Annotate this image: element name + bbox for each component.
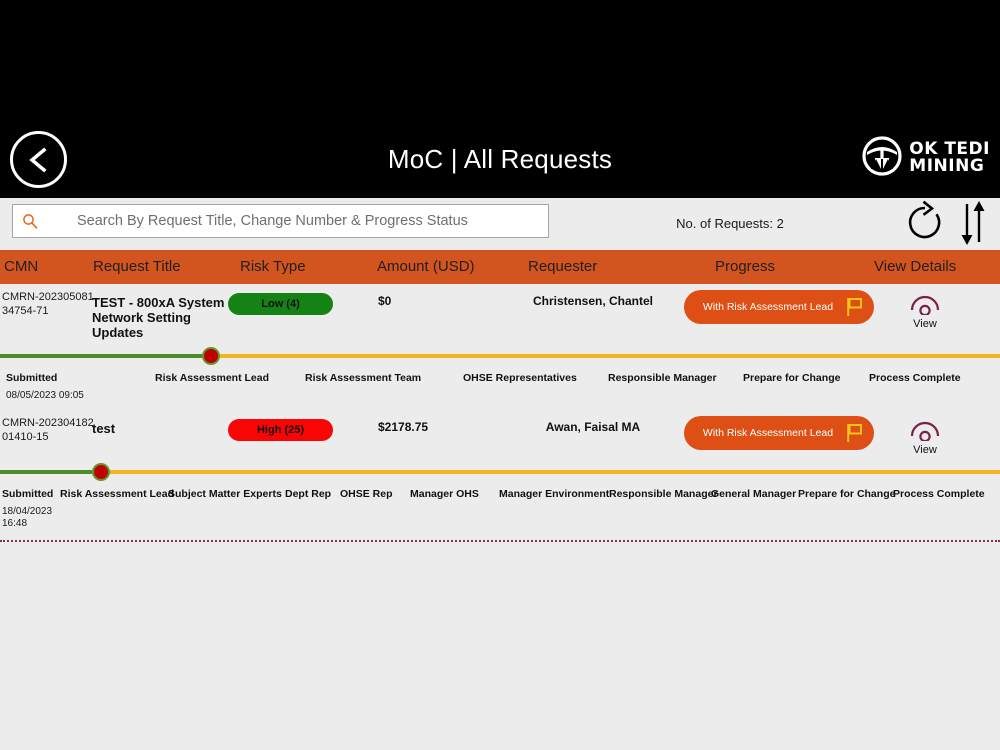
progress-stage-label[interactable]: OHSE Representatives xyxy=(463,372,577,384)
cell-request-title: TEST - 800xA System Network Setting Upda… xyxy=(92,295,225,340)
cell-cmn: CMRN-20230508134754-71 xyxy=(2,291,94,317)
progress-track xyxy=(0,463,1000,481)
search-icon xyxy=(13,213,47,229)
view-details-label: View xyxy=(913,318,937,330)
request-count-label: No. of Requests: 2 xyxy=(676,216,784,231)
search-box[interactable] xyxy=(12,204,549,238)
submitted-timestamp: 18/04/2023 16:48 xyxy=(2,506,52,530)
cell-amount: $0 xyxy=(378,294,392,308)
submitted-date: 18/04/2023 xyxy=(2,506,53,517)
cell-cmn: CMRN-20230418201410-15 xyxy=(2,417,94,443)
page-title: MoC | All Requests xyxy=(387,144,613,174)
progress-stage-label[interactable]: Submitted xyxy=(2,488,53,500)
view-details-button[interactable]: View xyxy=(895,293,955,330)
progress-stage-label[interactable]: Manager OHS xyxy=(410,488,479,500)
progress-stage-label[interactable]: Risk Assessment Lead xyxy=(60,488,174,500)
column-header-cmn[interactable]: CMN xyxy=(4,250,38,284)
column-header-view[interactable]: View Details xyxy=(874,250,956,284)
column-header-title[interactable]: Request Title xyxy=(93,250,181,284)
progress-stage-label[interactable]: Risk Assessment Team xyxy=(305,372,421,384)
sort-button[interactable] xyxy=(955,200,991,246)
view-details-label: View xyxy=(913,444,937,456)
progress-track-remaining xyxy=(101,470,1000,474)
view-details-button[interactable]: View xyxy=(895,419,955,456)
cell-request-title: test xyxy=(92,421,116,436)
moc-all-requests-screen: MoC | All Requests OK TEDI MINING Search… xyxy=(0,0,1000,750)
sort-arrows-icon xyxy=(955,201,991,250)
progress-status-button[interactable]: With Risk Assessment Lead xyxy=(684,290,874,324)
progress-stage-label[interactable]: Prepare for Change xyxy=(743,372,840,384)
progress-track-remaining xyxy=(211,354,1000,358)
progress-current-stage-marker[interactable] xyxy=(202,347,220,365)
row-separator xyxy=(0,540,1000,542)
flag-icon xyxy=(846,297,864,322)
progress-stage-label[interactable]: Dept Rep xyxy=(285,488,331,500)
progress-stage-label[interactable]: General Manager xyxy=(711,488,796,500)
table-row[interactable]: CMRN-20230418201410-15 test High (25) $2178… xyxy=(0,410,1000,540)
eye-view-icon xyxy=(895,293,955,320)
column-header-requester[interactable]: Requester xyxy=(528,250,597,284)
submitted-timestamp: 08/05/2023 09:05 xyxy=(6,390,84,401)
cell-amount: $2178.75 xyxy=(378,420,429,434)
brand-line-2: MINING xyxy=(909,156,985,176)
progress-stage-label[interactable]: Responsible Manager xyxy=(608,372,717,384)
progress-stage-label[interactable]: Prepare for Change xyxy=(798,488,895,500)
progress-stage-label[interactable]: Process Complete xyxy=(893,488,985,500)
table-row[interactable]: CMRN-20230508134754-71 TEST - 800xA Syste… xyxy=(0,284,1000,410)
progress-track-completed xyxy=(0,354,211,358)
search-input[interactable] xyxy=(47,206,548,236)
brand-wordmark: OK TEDI MINING xyxy=(909,141,990,175)
progress-stage-label[interactable]: Responsible Manager xyxy=(609,488,718,500)
submitted-time: 16:48 xyxy=(2,518,28,529)
progress-stage-label[interactable]: Process Complete xyxy=(869,372,961,384)
table-header-row: CMN Request Title Risk Type Amount (USD) Req… xyxy=(0,250,1000,286)
progress-stage-label[interactable]: Risk Assessment Lead xyxy=(155,372,269,384)
refresh-button[interactable] xyxy=(903,200,947,246)
progress-stage-label[interactable]: Submitted xyxy=(6,372,57,384)
progress-track-completed xyxy=(0,470,101,474)
column-header-amount[interactable]: Amount (USD) xyxy=(377,250,475,284)
top-black-area xyxy=(0,0,1000,120)
refresh-icon xyxy=(903,200,947,250)
toolbar: No. of Requests: 2 xyxy=(0,198,1000,250)
brand-logo: OK TEDI MINING xyxy=(861,135,990,182)
progress-status-label: With Risk Assessment Lead xyxy=(702,427,834,439)
risk-type-badge[interactable]: High (25) xyxy=(228,419,333,441)
ok-tedi-mining-emblem-icon xyxy=(861,135,903,182)
progress-current-stage-marker[interactable] xyxy=(92,463,110,481)
progress-stage-label[interactable]: Subject Matter Experts xyxy=(168,488,282,500)
progress-track xyxy=(0,347,1000,365)
column-header-risk[interactable]: Risk Type xyxy=(240,250,306,284)
flag-icon xyxy=(846,423,864,448)
progress-status-button[interactable]: With Risk Assessment Lead xyxy=(684,416,874,450)
column-header-progress[interactable]: Progress xyxy=(715,250,775,284)
progress-status-label: With Risk Assessment Lead xyxy=(702,301,834,313)
progress-stage-label[interactable]: OHSE Rep xyxy=(340,488,393,500)
cell-requester: Christensen, Chantel xyxy=(532,294,654,308)
cell-requester: Awan, Faisal MA xyxy=(545,420,641,434)
progress-stage-label[interactable]: Manager Environment xyxy=(499,488,609,500)
risk-type-badge[interactable]: Low (4) xyxy=(228,293,333,315)
eye-view-icon xyxy=(895,419,955,446)
